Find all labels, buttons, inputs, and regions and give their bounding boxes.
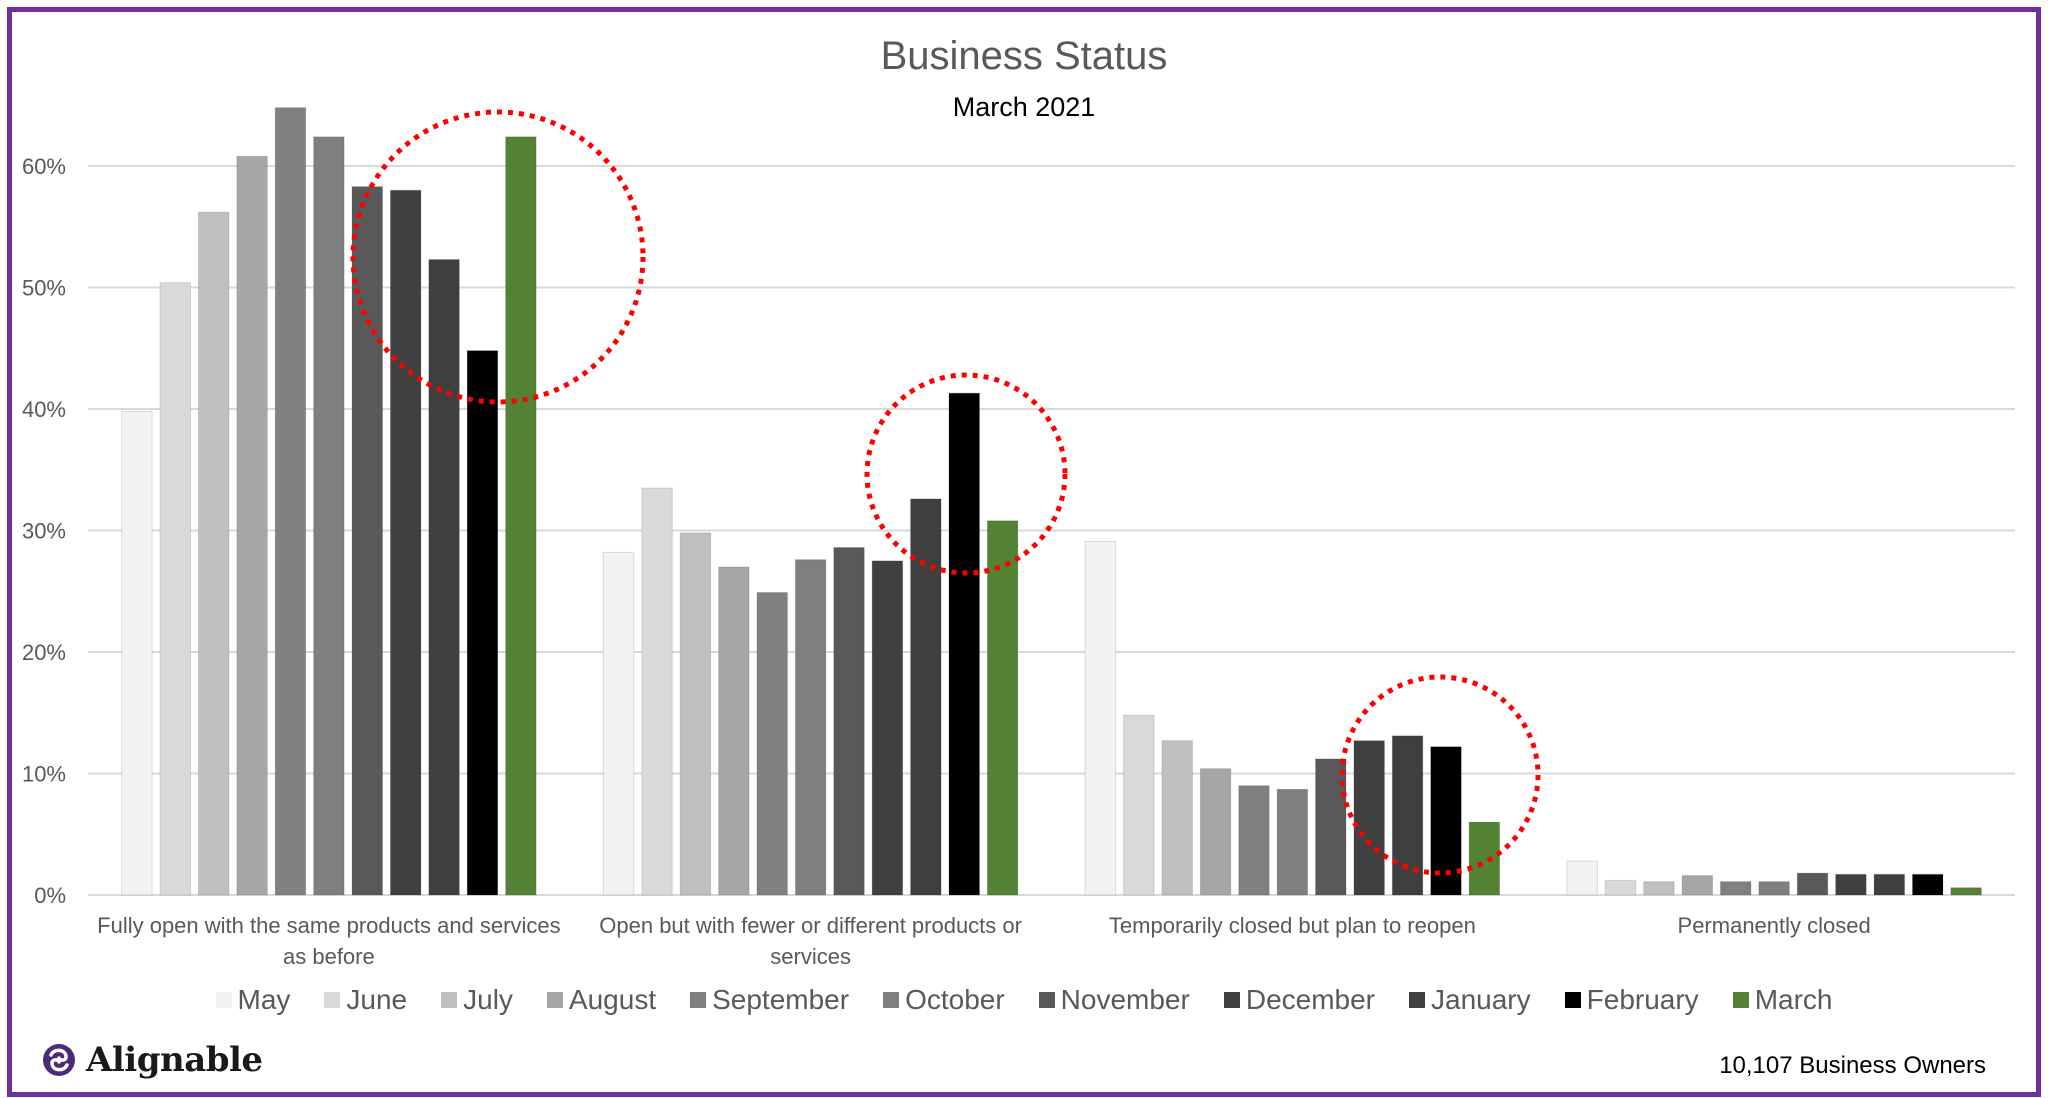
legend-item-march: March <box>1732 984 1833 1016</box>
bar-october-group-4 <box>1758 881 1790 896</box>
category-label-line: Temporarily closed but plan to reopen <box>1108 913 1476 938</box>
bar-july-group-4 <box>1643 881 1675 896</box>
bar-june-group-4 <box>1604 879 1637 896</box>
legend-item-may: May <box>215 984 291 1016</box>
bar-march-group-4 <box>1950 887 1982 896</box>
bar-july-group-2 <box>679 532 712 896</box>
bar-october-group-1 <box>313 136 345 896</box>
alignable-logo: Alignable <box>42 1040 263 1080</box>
legend-swatch <box>441 992 458 1008</box>
bar-june-group-1 <box>159 282 192 896</box>
legend-swatch <box>1564 992 1581 1008</box>
bar-november-group-4 <box>1796 872 1829 896</box>
legend-item-september: September <box>690 984 849 1016</box>
category-label-line: as before <box>283 944 375 969</box>
legend-label: June <box>346 984 408 1015</box>
bar-november-group-3 <box>1315 758 1347 896</box>
bar-january-group-2 <box>910 498 942 896</box>
legend-label: February <box>1586 984 1699 1015</box>
alignable-logo-icon <box>43 1044 75 1076</box>
legend-swatch <box>690 992 707 1008</box>
bar-august-group-2 <box>718 566 750 896</box>
bar-january-group-1 <box>428 259 460 896</box>
legend-swatch <box>324 992 341 1008</box>
bar-june-group-3 <box>1123 714 1155 896</box>
y-axis-ticks: 0% 10% 20% 30% 40% 50% 60% <box>22 154 66 908</box>
y-tick-label: 20% <box>22 640 66 665</box>
category-label-line: services <box>770 944 851 969</box>
bar-july-group-1 <box>197 211 230 896</box>
legend-swatch <box>883 992 900 1008</box>
legend-label: October <box>905 984 1005 1015</box>
bar-may-group-1 <box>121 410 153 896</box>
bar-december-group-3 <box>1353 740 1385 896</box>
legend-item-january: January <box>1409 984 1531 1016</box>
legend-label: May <box>237 984 291 1015</box>
category-label-line: Fully open with the same products and se… <box>97 913 561 938</box>
bar-december-group-4 <box>1835 873 1867 896</box>
category-label: Permanently closed <box>1534 910 2014 941</box>
legend-item-november: November <box>1038 984 1190 1016</box>
bar-march-group-3 <box>1468 821 1501 896</box>
legend-swatch <box>1223 992 1240 1008</box>
bar-march-group-2 <box>986 520 1019 896</box>
bar-september-group-3 <box>1238 785 1270 896</box>
category-label: Temporarily closed but plan to reopen <box>1052 910 1532 941</box>
bar-august-group-1 <box>236 155 268 896</box>
category-label: Fully open with the same products and se… <box>89 910 569 972</box>
legend-swatch <box>1409 992 1426 1008</box>
category-label: Open but with fewer or different product… <box>571 910 1051 972</box>
bar-september-group-2 <box>756 591 788 896</box>
y-tick-label: 10% <box>22 762 66 787</box>
bars <box>121 107 1982 896</box>
legend-swatch <box>215 992 232 1008</box>
bar-march-group-1 <box>505 136 537 896</box>
bar-august-group-3 <box>1199 768 1232 896</box>
bar-december-group-2 <box>871 560 904 896</box>
y-tick-label: 30% <box>22 519 66 544</box>
bar-november-group-2 <box>833 547 865 896</box>
legend-item-february: February <box>1564 984 1699 1016</box>
bar-december-group-1 <box>389 189 422 896</box>
y-tick-label: 60% <box>22 154 66 179</box>
legend-label: December <box>1245 984 1376 1015</box>
bar-september-group-1 <box>274 107 307 896</box>
bar-may-group-3 <box>1084 540 1117 896</box>
y-tick-label: 50% <box>22 276 66 301</box>
bar-may-group-4 <box>1566 860 1598 896</box>
bar-september-group-4 <box>1719 881 1752 896</box>
legend-label: November <box>1060 984 1190 1015</box>
bar-october-group-2 <box>794 559 827 896</box>
legend-label: September <box>712 984 850 1015</box>
legend-item-december: December <box>1223 984 1376 1016</box>
legend-label: August <box>568 984 657 1015</box>
bar-january-group-4 <box>1873 873 1906 896</box>
category-label-line: Open but with fewer or different product… <box>599 913 1022 938</box>
category-label-line: Permanently closed <box>1677 913 1871 938</box>
legend-item-june: June <box>324 984 407 1016</box>
bar-january-group-3 <box>1391 735 1424 896</box>
bar-july-group-3 <box>1161 740 1193 896</box>
legend-label: March <box>1754 984 1833 1015</box>
y-tick-label: 0% <box>34 883 66 908</box>
y-tick-label: 40% <box>22 397 66 422</box>
bar-june-group-2 <box>641 487 673 896</box>
respondent-count: 10,107 Business Owners <box>1719 1052 1986 1079</box>
legend-label: January <box>1431 984 1531 1015</box>
bar-february-group-1 <box>466 350 499 896</box>
bar-february-group-2 <box>948 392 980 896</box>
bar-august-group-4 <box>1681 875 1714 896</box>
alignable-logo-text: Alignable <box>86 1040 263 1080</box>
legend: May June July August September October Novembe… <box>0 984 2048 1016</box>
legend-swatch <box>1732 992 1749 1008</box>
legend-item-july: July <box>441 984 513 1016</box>
legend-item-august: August <box>546 984 657 1016</box>
bar-october-group-3 <box>1276 788 1309 896</box>
bar-february-group-4 <box>1911 873 1944 896</box>
legend-item-october: October <box>883 984 1005 1016</box>
legend-swatch <box>1038 992 1055 1008</box>
legend-swatch <box>546 992 563 1008</box>
bar-may-group-2 <box>602 551 635 896</box>
legend-label: July <box>463 984 513 1015</box>
